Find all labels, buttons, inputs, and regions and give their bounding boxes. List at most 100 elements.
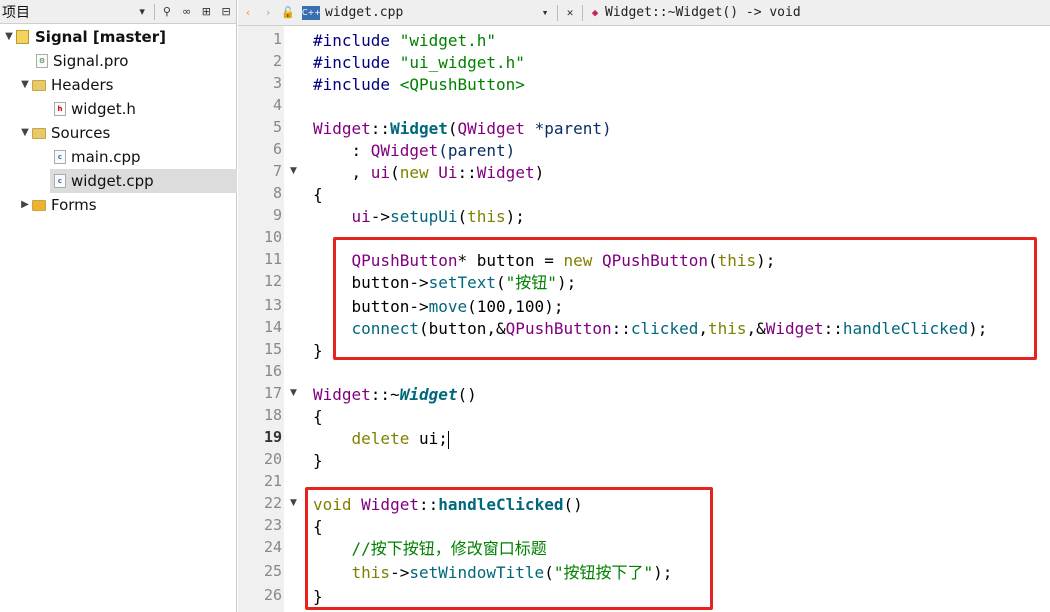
tree-item-forms[interactable]: ▶ Forms: [18, 193, 96, 217]
code-token: ui;: [409, 429, 448, 448]
code-line: Widget::Widget(QWidget *parent): [313, 118, 612, 140]
code-token: ->: [370, 207, 391, 226]
link-icon[interactable]: ∞: [177, 0, 197, 24]
tree-item-project[interactable]: ▼ Signal [master]: [2, 25, 235, 49]
code-token: ,: [313, 163, 371, 182]
code-token: QWidget: [370, 141, 439, 160]
line-number: 7: [272, 162, 282, 180]
line-number: 11: [263, 250, 282, 268]
close-file-icon[interactable]: ✕: [560, 1, 580, 25]
tree-item-headers[interactable]: ▼ Headers: [18, 73, 113, 97]
line-number: 8: [272, 184, 282, 202]
code-line-current: delete ui;: [313, 428, 449, 450]
line-number: 25: [263, 562, 282, 580]
line-number: 9: [272, 206, 282, 224]
fold-toggle-icon[interactable]: ▼: [290, 388, 297, 398]
code-token: Widget: [390, 119, 448, 138]
line-number: 13: [263, 296, 282, 314]
chevron-right-icon[interactable]: ▶: [18, 193, 32, 217]
code-token: new: [399, 163, 429, 182]
code-token: }: [313, 341, 323, 360]
code-token: this: [467, 207, 506, 226]
code-token: }: [313, 451, 323, 470]
tree-item-widget-cpp[interactable]: c widget.cpp: [50, 169, 237, 193]
filter-icon[interactable]: ⚲: [157, 0, 177, 24]
line-number-current: 19: [263, 428, 282, 446]
split-icon[interactable]: ⊞: [197, 0, 217, 24]
line-number-gutter: 1 2 3 4 5 6 7 8 9 10 11 12 13 14 15 16 1…: [238, 26, 284, 612]
fold-toggle-icon[interactable]: ▼: [290, 166, 297, 176]
tree-item-sources[interactable]: ▼ Sources: [18, 121, 110, 145]
open-file-tab[interactable]: widget.cpp: [325, 5, 535, 20]
line-number: 24: [263, 538, 282, 556]
folder-icon: [32, 79, 46, 91]
code-token: setupUi: [390, 207, 458, 226]
symbol-selector[interactable]: Widget::~Widget() -> void: [605, 5, 801, 20]
code-line: #include <QPushButton>: [313, 74, 525, 96]
highlight-box-button-code: [333, 237, 1037, 360]
back-icon[interactable]: ‹: [238, 1, 258, 25]
tree-item-label: Sources: [51, 124, 111, 142]
code-token: *parent): [524, 119, 612, 138]
project-icon: [16, 30, 29, 44]
code-token: Widget: [399, 385, 458, 404]
code-token: Ui: [428, 163, 458, 182]
tree-item-label: Headers: [51, 76, 114, 94]
code-token: "widget.h": [399, 31, 497, 50]
text-cursor: [447, 430, 449, 449]
forward-icon[interactable]: ›: [258, 1, 278, 25]
pro-file-icon: ⚙: [36, 54, 48, 68]
tree-item-label: main.cpp: [71, 148, 141, 166]
tree-item-pro-file[interactable]: ⚙ Signal.pro: [36, 49, 128, 73]
code-line: ui->setupUi(this);: [313, 206, 525, 228]
editor-toolbar: ‹ › 🔓 C++ widget.cpp ▾ ✕ ◆ Widget::~Widg…: [238, 0, 1050, 26]
code-token: QWidget: [457, 119, 525, 138]
tree-item-main-cpp[interactable]: c main.cpp: [54, 145, 141, 169]
code-token: ::: [370, 119, 391, 138]
project-panel: 项目 ▾ ⚲ ∞ ⊞ ⊟ ▼ Signal [master] ⚙ Signal.…: [0, 0, 237, 612]
project-panel-title: 项目: [2, 4, 30, 21]
code-token: (): [457, 385, 477, 404]
code-token: Widget: [476, 163, 535, 182]
lock-icon: 🔓: [281, 6, 295, 19]
cpp-file-icon: C++: [302, 5, 321, 20]
line-number: 21: [263, 472, 282, 490]
line-number: 5: [272, 118, 282, 136]
toolbar-separator: [557, 4, 558, 21]
fold-column: ▼ ▼ ▼: [284, 26, 304, 612]
code-line: }: [313, 450, 323, 472]
code-editor: ‹ › 🔓 C++ widget.cpp ▾ ✕ ◆ Widget::~Widg…: [238, 0, 1050, 612]
tree-item-widget-h[interactable]: h widget.h: [54, 97, 136, 121]
code-token: #include: [313, 53, 400, 72]
code-line: {: [313, 406, 323, 428]
code-token: :: [313, 141, 371, 160]
fold-toggle-icon[interactable]: ▼: [290, 498, 297, 508]
code-token: ::~: [370, 385, 400, 404]
chevron-down-icon[interactable]: ▼: [18, 121, 32, 145]
file-dropdown-icon[interactable]: ▾: [535, 1, 555, 25]
forms-folder-icon: [32, 199, 46, 211]
line-number: 17: [263, 384, 282, 402]
cpp-file-icon: c: [54, 174, 66, 188]
code-token: ui: [370, 163, 391, 182]
code-token: ): [534, 163, 545, 182]
code-line: }: [313, 340, 323, 362]
tree-item-label: widget.h: [71, 100, 136, 118]
code-token: <QPushButton>: [399, 75, 525, 94]
code-token: #include: [313, 75, 400, 94]
tree-item-label: widget.cpp: [71, 172, 154, 190]
code-line: , ui(new Ui::Widget): [313, 162, 545, 184]
line-number: 20: [263, 450, 282, 468]
line-number: 23: [263, 516, 282, 534]
code-token: ::: [457, 163, 477, 182]
chevron-down-icon[interactable]: ▼: [18, 73, 32, 97]
line-number: 26: [263, 586, 282, 604]
line-number: 12: [263, 272, 282, 290]
line-number: 14: [263, 318, 282, 336]
view-dropdown-icon[interactable]: ▾: [132, 0, 152, 24]
close-panel-icon[interactable]: ⊟: [216, 0, 236, 24]
chevron-down-icon[interactable]: ▼: [2, 25, 16, 49]
code-token: "ui_widget.h": [399, 53, 525, 72]
project-panel-toolbar: 项目 ▾ ⚲ ∞ ⊞ ⊟: [0, 0, 236, 24]
